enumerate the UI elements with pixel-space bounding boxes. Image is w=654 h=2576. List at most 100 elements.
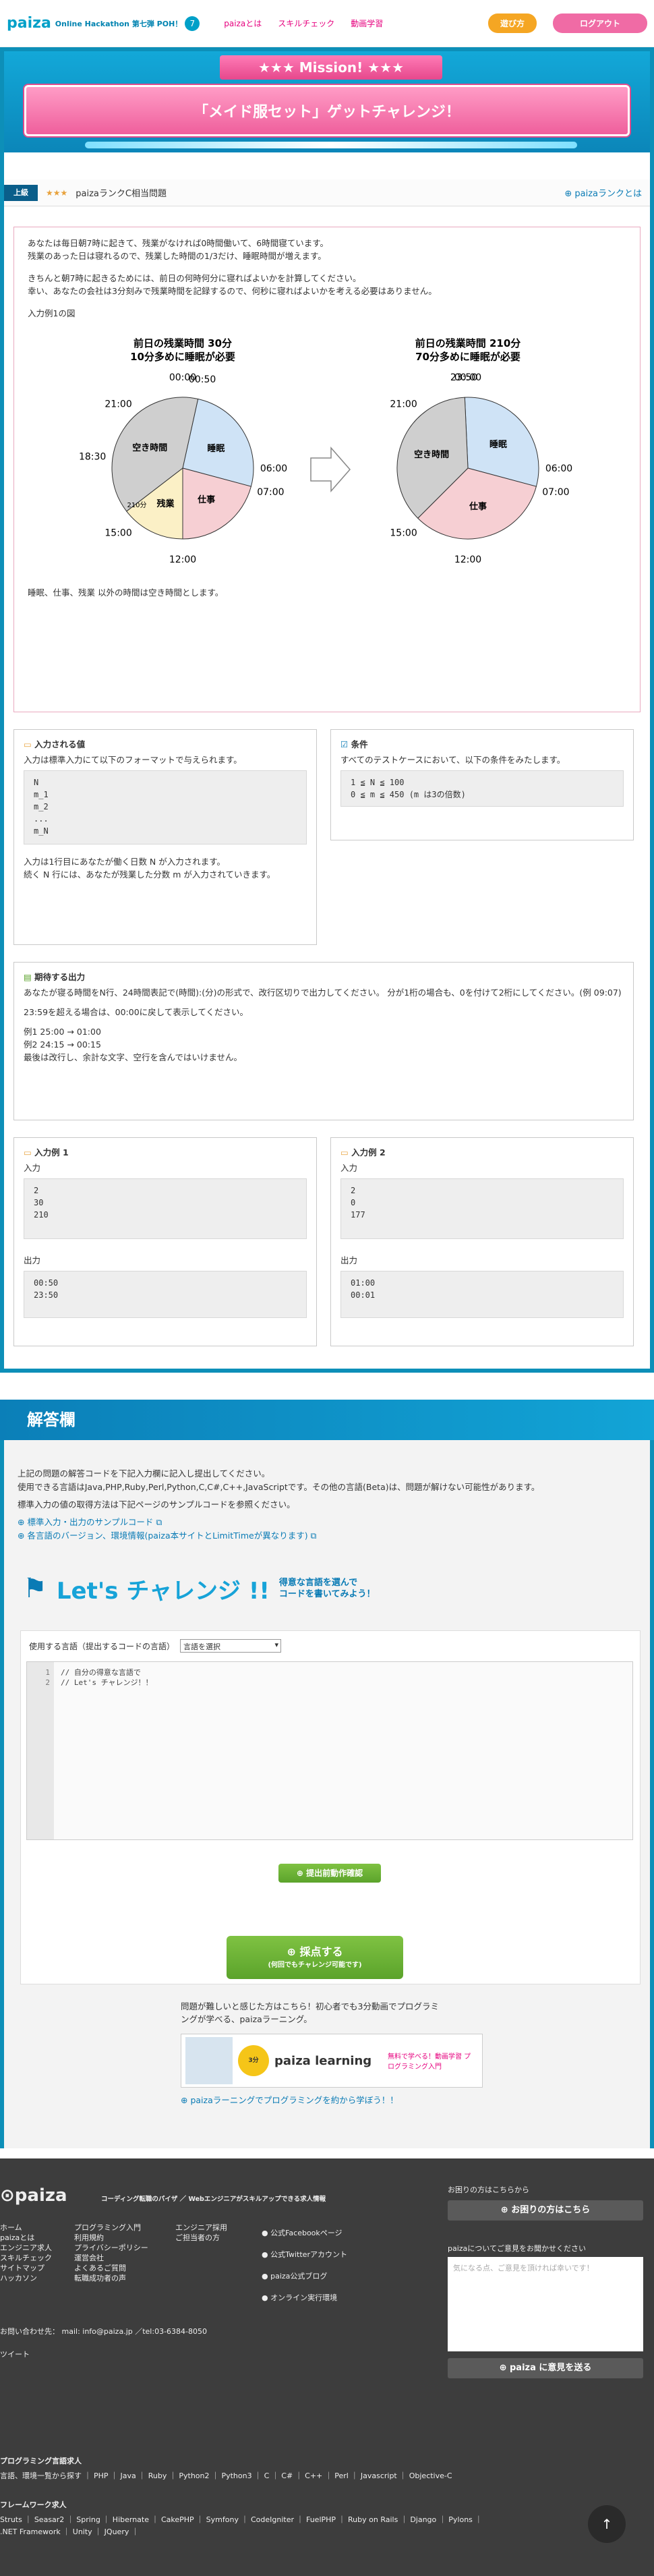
output-example: 例1 25:00 → 01:00 [24,1027,101,1037]
play-guide-button[interactable]: 遊び方 [487,13,537,33]
slice-label: 仕事 [197,494,215,505]
fw-jobs-links[interactable]: Struts ｜ Seasar2 ｜ Spring ｜ Hibernate ｜ … [0,2514,482,2525]
example-output: 01:00 00:01 [340,1271,624,1318]
challenge-title: Let's チャレンジ !! [56,1577,270,1605]
code-panel: 使用する言語（提出するコードの言語） 言語を選択 ▾ 12 // 自分の得意な言語… [20,1630,641,1984]
answer-header: 解答欄 [0,1400,654,1440]
rank-info-link[interactable]: ⊕ paizaランクとは [564,186,642,199]
star-icon: ★★★ [258,59,299,76]
pie-chart-figure: 前日の残業時間 30分 10分多めに睡眠が必要 前日の残業時間 210分 70分… [79,337,572,565]
slice-label: 残業 [156,498,175,509]
rank-tag: 上級 [4,184,38,201]
learning-banner[interactable]: 3分 paiza learning 無料で学べる！動画学習 プログラミング入門 [181,2034,483,2088]
slice-label: 空き時間 [414,449,449,460]
sample-code-link[interactable]: ⊕ 標準入力・出力のサンプルコード ⧉ [18,1516,638,1529]
mission-progress-bar [85,142,577,148]
slice-annotation: 210分 [127,501,146,509]
submit-button[interactable]: ⊕ 採点する (何回でもチャレンジ可能です) [227,1936,403,1979]
output-label: 出力 [24,1255,41,1265]
page: paiza Online Hackathon 第七弾 POH！ 7 paizaと… [0,0,654,2576]
output-spec-box: ▤ 期待する出力 あなたが寝る時間をN行、24時間表記で(時間):(分)の形式で… [13,962,634,1120]
nav-skillcheck[interactable]: スキルチェック [278,18,334,29]
footer-link[interactable]: ハッカソン [0,2273,52,2283]
chart2-title2: 70分多めに睡眠が必要 [415,351,521,363]
pie-chart-1: 睡眠仕事残業空き時間00:0000:5006:0007:0012:0015:00… [79,372,287,565]
code-editor[interactable]: 12 // 自分の得意な言語で // Let's チャレンジ！！ [26,1661,633,1840]
footer-link[interactable]: 利用規約 [74,2233,148,2243]
input-spec-box: ▭ 入力される値 入力は標準入力にて以下のフォーマットで与えられます。 N m_… [13,729,317,945]
input-icon: ▭ [24,1147,35,1157]
tick-label: 21:00 [105,399,131,410]
input-icon: ▭ [24,739,35,749]
learning-link[interactable]: ⊕ paizaラーニングでプログラミングを約から学ぼう！！ [181,2093,398,2106]
mission-tab: ★★★ Mission! ★★★ [220,55,442,80]
lang-jobs-links[interactable]: 言語、環境一覧から探す ｜ PHP ｜ Java ｜ Ruby ｜ Python… [0,2470,452,2481]
tick-label: 21:00 [390,399,417,410]
mission-title: 「メイド服セット」ゲットチャレンジ！ [24,85,630,136]
challenge-header: ⚑ Let's チャレンジ !! 得意な言語を選んで コードを書いてみよう！ [23,1568,375,1609]
nav-video[interactable]: 動画学習 [351,18,383,29]
social-link[interactable]: ● 公式Twitterアカウント [262,2244,347,2266]
social-link[interactable]: ● オンライン実行環境 [262,2287,347,2309]
output-example: 例2 24:15 → 00:15 [24,1039,101,1050]
site-header: paiza Online Hackathon 第七弾 POH！ 7 paizaと… [0,0,654,47]
tick-label: 12:00 [454,554,481,565]
input-format: N m_1 m_2 ... m_N [24,770,307,845]
social-link[interactable]: ● paiza公式ブログ [262,2266,347,2287]
line-numbers: 12 [27,1662,54,1839]
problem-text: 幸い、あなたの会社は3分刻みで残業時間を記録するので、何秒に寝ればよいかを考える… [28,286,437,296]
output-desc: 23:59を超える場合は、00:00に戻して表示してください。 [24,1007,249,1017]
version-info-link[interactable]: ⊕ 各言語のバージョン、環境情報(paiza本サイトとLimitTimeが異なり… [18,1529,638,1543]
footer-link[interactable]: スキルチェック [0,2253,52,2263]
footer-link[interactable]: 転職成功者の声 [74,2273,148,2283]
problem-frame: ★★★ Mission! ★★★ 「メイド服セット」ゲットチャレンジ！ 上級 ★… [0,47,654,1373]
paiza-logo[interactable]: paiza [7,15,51,32]
language-label: 使用する言語（提出するコードの言語） [29,1641,175,1651]
pre-submit-check-button[interactable]: ⊕ 提出前動作確認 [278,1864,381,1883]
footer-link[interactable]: 運営会社 [74,2253,148,2263]
scroll-top-icon[interactable]: ↑ [588,2505,626,2543]
fw-jobs-title: フレームワーク求人 [0,2500,67,2509]
nav-about[interactable]: paizaとは [224,18,262,29]
problem-text: 睡眠、仕事、残業 以外の時間は空き時間とします。 [28,588,224,598]
footer-link[interactable]: エンジニア採用 [175,2223,227,2233]
social-link[interactable]: ● 公式Facebookページ [262,2223,347,2244]
poh-number-badge: 7 [185,16,200,31]
tick-label: 18:30 [79,451,106,462]
footer-link[interactable]: ご担当者の方 [175,2233,227,2243]
fw-jobs-links[interactable]: .NET Framework ｜ Unity ｜ JQuery ｜ [0,2526,139,2537]
example-input: 2 0 177 [340,1178,624,1239]
problem-text: きちんと朝7時に起きるためには、前日の何時何分に寝ればよいかを計算してください。 [28,273,361,283]
output-label: 出力 [340,1255,358,1265]
document-icon: ▤ [24,972,35,982]
feedback-textarea[interactable]: 気になる点、ご意見を頂ければ幸いです！ [448,2257,643,2351]
problem-text: 残業のあった日は寝れるので、残業した時間の1/3だけ、睡眠時間が増えます。 [28,251,326,261]
footer-link[interactable]: paizaとは [0,2233,52,2243]
support-button[interactable]: ⊕ お困りの方はこちら [448,2200,643,2221]
support-label: お困りの方はこちらから [448,2185,529,2194]
input-label: 入力 [340,1163,358,1173]
tick-label: 15:00 [390,527,417,538]
footer-link[interactable]: プログラミング入門 [74,2223,148,2233]
answer-text: 使用できる言語はJava,PHP,Ruby,Perl,Python,C,C#,C… [18,1482,540,1492]
code-content[interactable]: // 自分の得意な言語で // Let's チャレンジ！！ [61,1667,153,1688]
problem-text: あなたは毎日朝7時に起きて、残業がなければ0時間働いて、6時間寝ています。 [28,238,328,248]
tick-label: 00:50 [189,374,216,385]
tick-label: 06:00 [545,463,572,474]
footer-link[interactable]: よくあるご質問 [74,2263,148,2273]
tick-label: 07:00 [257,487,284,498]
footer-link[interactable]: サイトマップ [0,2263,52,2273]
feedback-submit-button[interactable]: ⊕ paiza に意見を送る [448,2358,643,2378]
poh-label[interactable]: Online Hackathon 第七弾 POH！ [55,18,183,29]
language-select[interactable]: 言語を選択 ▾ [180,1639,282,1653]
tweet-link[interactable]: ツイート [0,2349,30,2359]
slice-label: 仕事 [469,501,487,512]
footer-link[interactable]: ホーム [0,2223,52,2233]
footer-link[interactable]: プライバシーポリシー [74,2243,148,2253]
logout-button[interactable]: ログアウト [552,13,647,33]
site-footer: ⊙paiza コーディング転職のパイザ ／ Webエンジニアがスキルアップできる… [0,2158,654,2576]
footer-link[interactable]: エンジニア求人 [0,2243,52,2253]
input-note: 続く N 行には、あなたが残業した分数 m が入力されていきます。 [24,869,276,880]
footer-col2: プログラミング入門 利用規約 プライバシーポリシー 運営会社 よくあるご質問 転職成功者の… [74,2223,148,2283]
example-input: 2 30 210 [24,1178,307,1239]
